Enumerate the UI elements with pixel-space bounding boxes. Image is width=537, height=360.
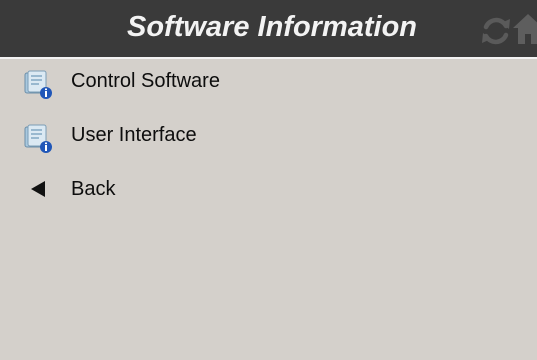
menu-item-label: Back bbox=[71, 178, 116, 200]
menu-item-label: User Interface bbox=[71, 124, 197, 146]
refresh-icon[interactable] bbox=[479, 14, 513, 48]
software-info-icon bbox=[24, 124, 52, 153]
menu-item-label: Control Software bbox=[71, 70, 220, 92]
page-title: Software Information bbox=[127, 11, 418, 43]
menu-item-back[interactable]: Back bbox=[0, 169, 537, 213]
software-info-icon bbox=[24, 70, 52, 99]
back-arrow-icon bbox=[31, 181, 45, 197]
header-bar: Software Information bbox=[0, 0, 537, 59]
home-icon[interactable] bbox=[513, 12, 537, 46]
menu-item-control-software[interactable]: Control Software bbox=[0, 61, 537, 105]
menu-item-user-interface[interactable]: User Interface bbox=[0, 115, 537, 159]
